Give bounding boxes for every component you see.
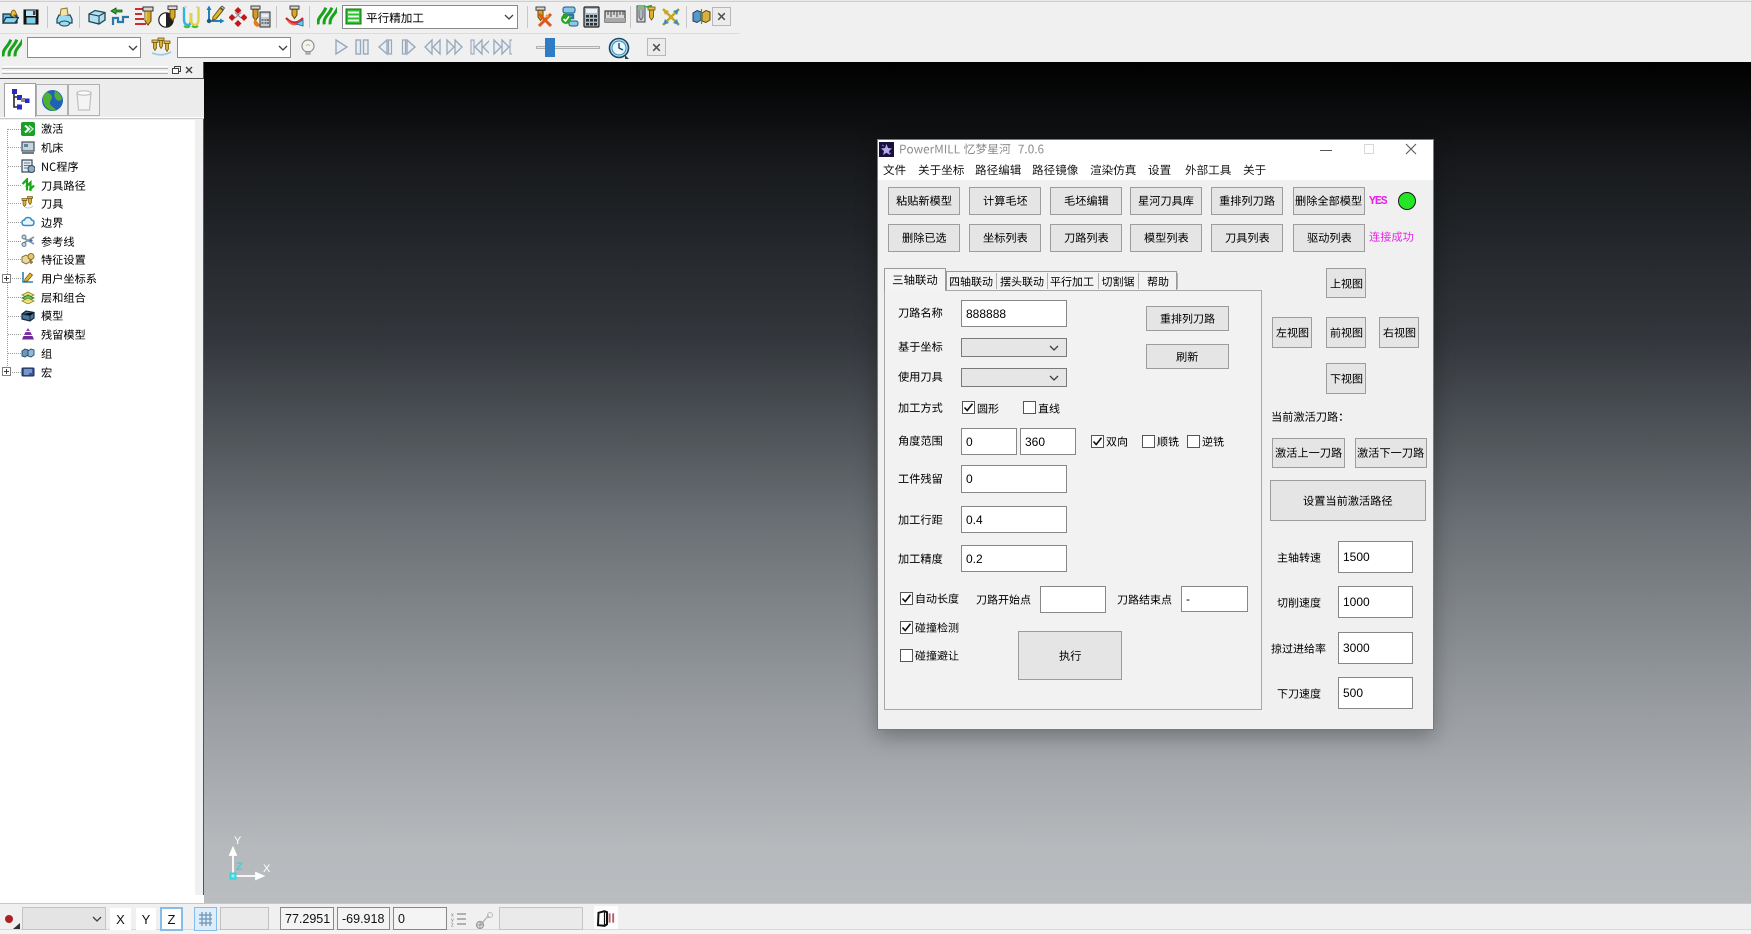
svg-text:Y: Y	[234, 835, 242, 847]
svg-text:Z: Z	[236, 861, 243, 873]
svg-text:X: X	[263, 863, 271, 875]
svg-text:z: z	[451, 923, 454, 928]
